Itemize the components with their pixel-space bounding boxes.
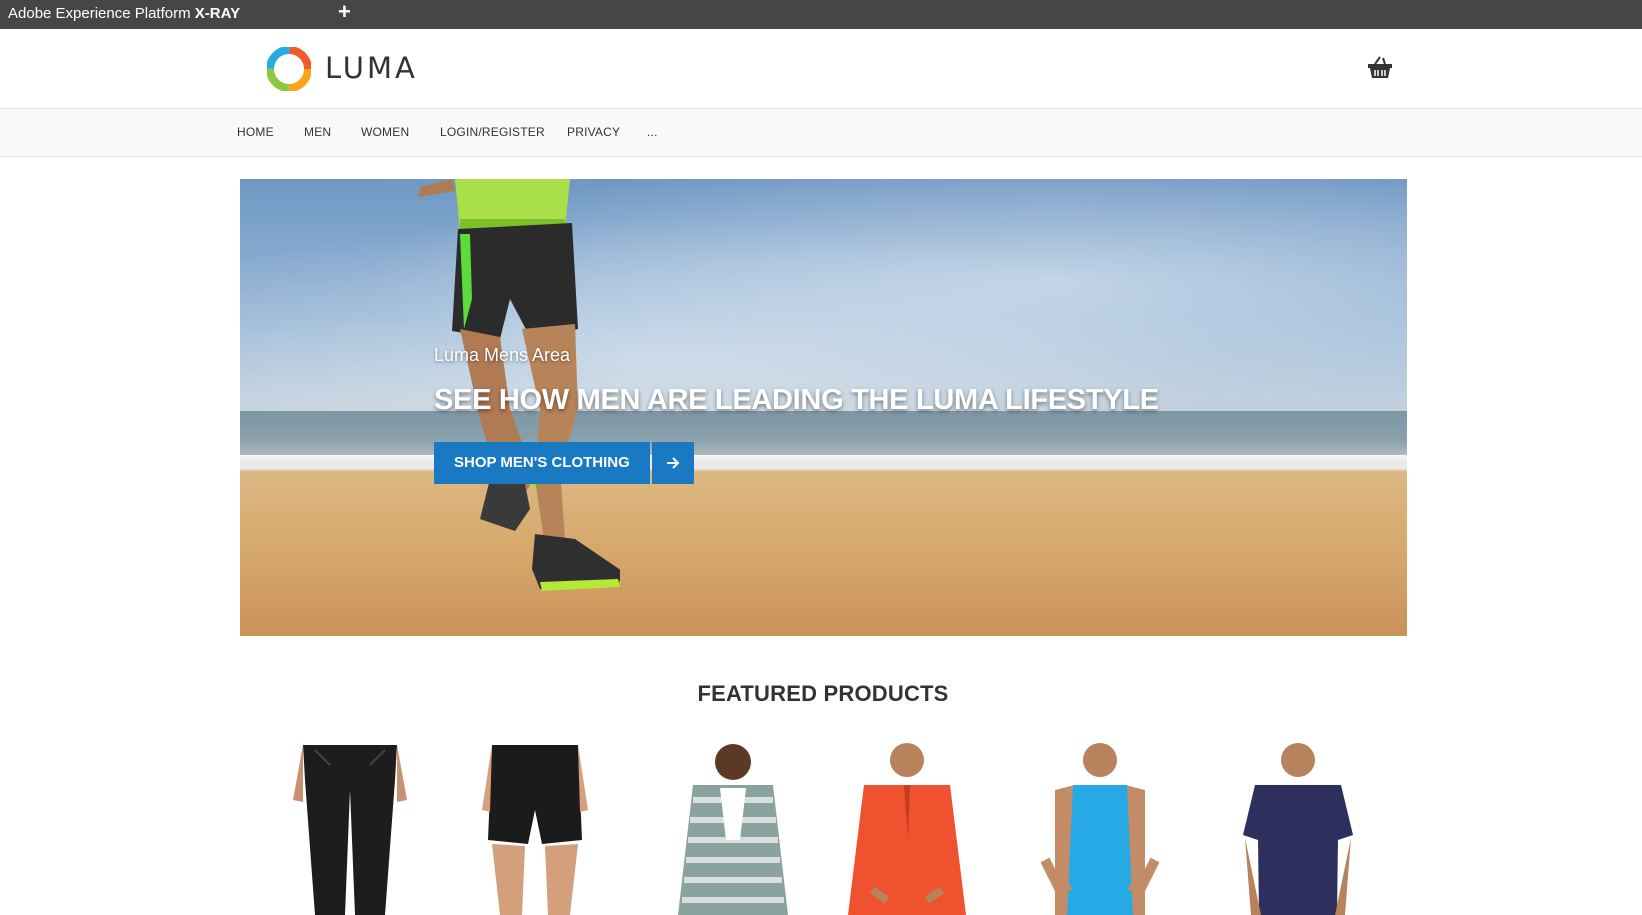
- add-button[interactable]: +: [338, 1, 351, 23]
- hero-banner[interactable]: Luma Mens Area SEE HOW MEN ARE LEADING T…: [240, 179, 1407, 636]
- nav-item-more[interactable]: ...: [647, 125, 658, 139]
- product-navy-tee[interactable]: [1233, 740, 1363, 915]
- main-nav: HOME MEN WOMEN LOGIN/REGISTER PRIVACY ..…: [0, 109, 1642, 157]
- product-striped-hoodie[interactable]: [668, 740, 798, 915]
- nav-item-men[interactable]: MEN: [304, 125, 331, 139]
- featured-products-heading: FEATURED PRODUCTS: [697, 681, 949, 706]
- nav-item-privacy[interactable]: PRIVACY: [567, 125, 620, 139]
- logo-text[interactable]: LUMA: [325, 51, 418, 85]
- site-header: LUMA: [0, 29, 1642, 109]
- product-orange-pullover[interactable]: [842, 740, 972, 915]
- nav-item-women[interactable]: WOMEN: [361, 125, 409, 139]
- nav-item-home[interactable]: HOME: [237, 125, 274, 139]
- luma-logo-icon[interactable]: [267, 47, 311, 91]
- xray-title-bold: X-RAY: [194, 5, 241, 22]
- product-black-shorts[interactable]: [470, 740, 600, 915]
- shopping-basket-icon[interactable]: [1366, 54, 1394, 82]
- product-black-pants[interactable]: [285, 740, 415, 915]
- xray-toolbar: Adobe Experience Platform X-RAY +: [0, 0, 1642, 29]
- nav-item-login-register[interactable]: LOGIN/REGISTER: [440, 125, 545, 139]
- xray-title: Adobe Experience Platform X-RAY: [8, 5, 240, 22]
- hero-subtitle: Luma Mens Area: [434, 345, 571, 365]
- xray-title-prefix: Adobe Experience Platform: [8, 5, 195, 22]
- product-grid: [0, 740, 1642, 915]
- hero-title: SEE HOW MEN ARE LEADING THE LUMA LIFESTY…: [434, 384, 1159, 416]
- cta-label[interactable]: SHOP MEN'S CLOTHING: [434, 442, 650, 484]
- product-blue-tank-top[interactable]: [1035, 740, 1165, 915]
- shop-mens-clothing-button[interactable]: SHOP MEN'S CLOTHING: [434, 442, 694, 484]
- arrow-right-icon[interactable]: [651, 442, 694, 484]
